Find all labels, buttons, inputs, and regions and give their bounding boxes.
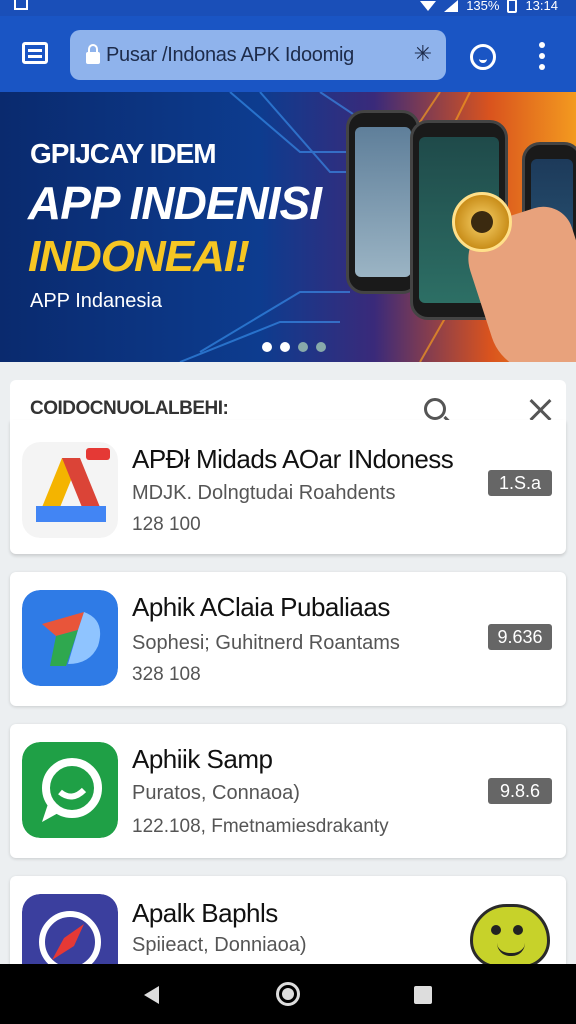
search-icon[interactable] [424, 398, 446, 420]
app-developer: Puratos, Connaoa) [132, 782, 300, 804]
app-name: Aphik AClaia Pubaliaas [132, 592, 390, 622]
list-title: COIDOCNUOLALBEHI: [30, 398, 229, 419]
version-badge: 1.S.a [488, 470, 552, 496]
recents-icon[interactable] [414, 986, 432, 1004]
wifi-icon [420, 0, 437, 11]
version-badge: 9.8.6 [488, 778, 552, 804]
mascot-icon [470, 904, 550, 968]
carousel-dot[interactable] [262, 342, 272, 352]
close-icon[interactable] [528, 398, 552, 422]
app-list-item[interactable]: APÐł Midads AOar INdoness MDJK. Dolngtud… [10, 420, 566, 554]
app-name: Aphiik Samp [132, 744, 273, 774]
more-options-icon[interactable] [536, 42, 548, 70]
app-meta: 122.108, Fmetnamiesdrakanty [132, 816, 389, 837]
banner-caption: APP Indanesia [30, 290, 162, 312]
carousel-dot[interactable] [298, 342, 308, 352]
version-badge: 9.636 [488, 624, 552, 650]
back-icon[interactable] [144, 986, 159, 1004]
sparkle-icon[interactable]: ✳ [414, 42, 432, 66]
app-developer: Sophesi; Guhitnerd Roantams [132, 632, 400, 654]
carousel-dot[interactable] [280, 342, 290, 352]
app-meta: 128 100 [132, 514, 201, 535]
refresh-icon[interactable] [470, 44, 496, 70]
banner-highlight: INDONEAI! [28, 232, 250, 281]
app-list-item[interactable]: Aphik AClaia Pubaliaas Sophesi; Guhitner… [10, 572, 566, 706]
app-name: Apalk Baphls [132, 898, 278, 928]
google-ads-style-icon [22, 442, 118, 538]
banner-eyebrow: GPIJCAY IDEM [30, 138, 217, 169]
home-icon[interactable] [276, 982, 300, 1006]
app-list-item[interactable]: Aphiik Samp Puratos, Connaoa) 122.108, F… [10, 724, 566, 858]
app-developer: MDJK. Dolngtudai Roahdents [132, 482, 396, 504]
carousel-dots [262, 342, 326, 352]
battery-icon [507, 0, 518, 13]
status-icons: 135% 13:14 [420, 0, 558, 13]
clock: 13:14 [525, 0, 558, 13]
chat-bubble-icon [22, 742, 118, 838]
battery-percent: 135% [466, 0, 500, 13]
system-nav-bar [0, 964, 576, 1024]
app-meta: 328 108 [132, 664, 201, 685]
url-text[interactable]: Pusar /Indonas APK Idoomig [106, 44, 406, 67]
signal-icon [444, 0, 459, 12]
promo-banner[interactable]: GPIJCAY IDEM APP INDENISI INDONEAI! APP … [0, 92, 576, 362]
lock-icon [86, 44, 100, 64]
notification-icon [14, 0, 28, 10]
address-bar[interactable]: Pusar /Indonas APK Idoomig ✳ [70, 30, 446, 80]
browser-toolbar: Pusar /Indonas APK Idoomig ✳ [0, 16, 576, 92]
status-bar: 135% 13:14 [0, 0, 576, 16]
phone-illustration [346, 110, 420, 294]
app-name: APÐł Midads AOar INdoness [132, 444, 454, 474]
app-developer: Spiieact, Donniaoa) [132, 934, 307, 956]
blue-ribbon-icon [22, 590, 118, 686]
banner-title: APP INDENISI [28, 177, 322, 229]
tabs-icon[interactable] [22, 42, 48, 64]
coin-icon [452, 192, 512, 252]
carousel-dot[interactable] [316, 342, 326, 352]
